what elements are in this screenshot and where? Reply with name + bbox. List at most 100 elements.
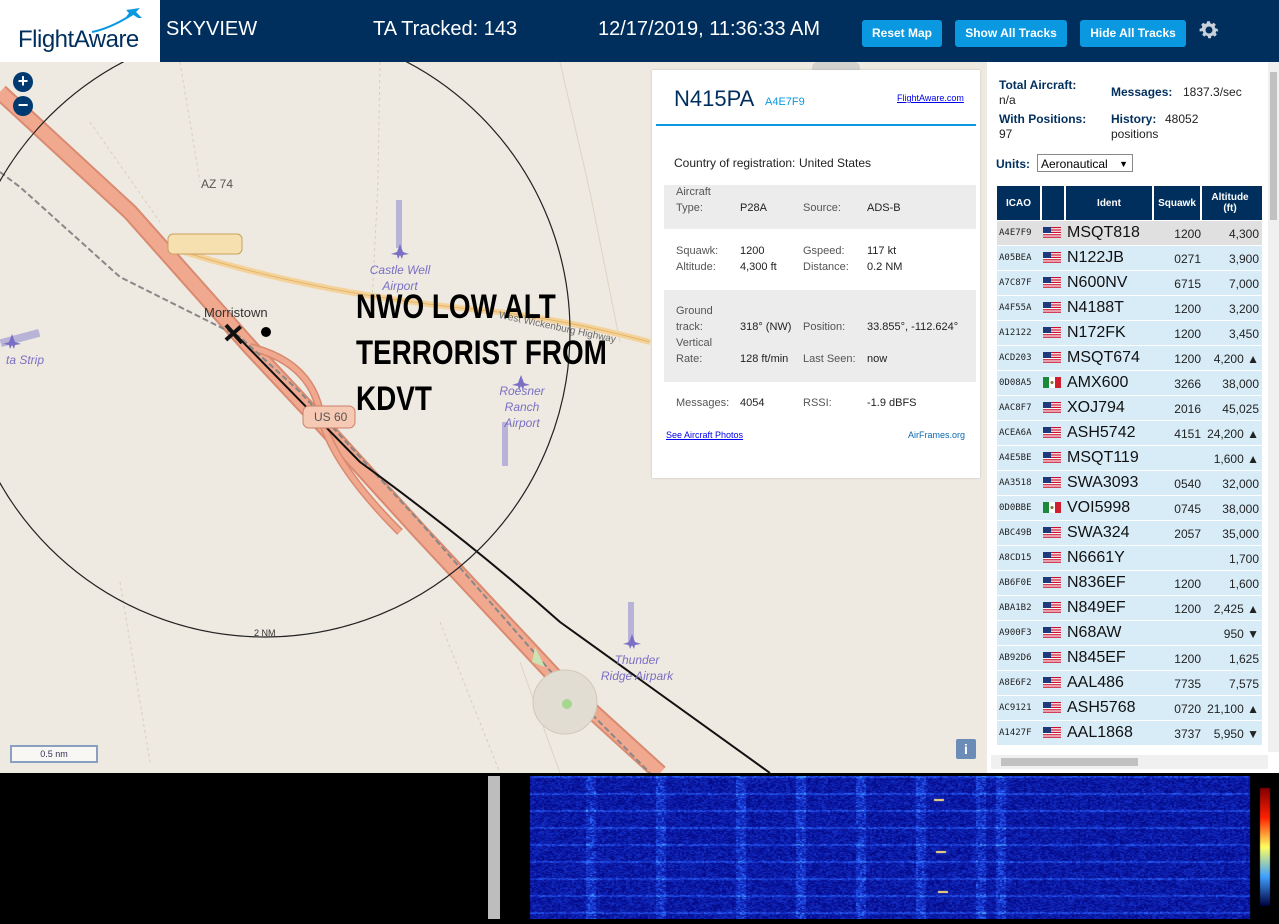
row-icao: 0D0BBE: [999, 503, 1032, 513]
messages-value: 4054: [740, 397, 765, 409]
row-ident: ASH5742: [1067, 424, 1136, 441]
range-ring-label: 2 NM: [254, 628, 276, 638]
overlay-line-2: TERRORIST FROM: [356, 334, 607, 372]
aircraft-table-body: A4E7F9 MSQT818 1200 4,300 A05BEA N122JB 0271 3,…: [997, 221, 1262, 746]
row-altitude: 1,600 ▲: [1213, 452, 1259, 466]
table-row[interactable]: AC9121 ASH5768 0720 21,100 ▲: [997, 696, 1262, 721]
aircraft-type-value: P28A: [740, 202, 767, 214]
us-flag-icon: [1043, 227, 1061, 238]
row-icao: A8E6F2: [999, 678, 1032, 688]
map-label-us60: US 60: [314, 410, 348, 424]
plane-logo-icon: [92, 8, 142, 33]
row-squawk: 2057: [1174, 527, 1201, 541]
source-label: Source:: [803, 202, 841, 214]
row-icao: ACEA6A: [999, 428, 1032, 438]
row-icao: 0D08A5: [999, 378, 1032, 388]
units-select[interactable]: Aeronautical ▼: [1037, 154, 1133, 172]
row-icao: A4E5BE: [999, 453, 1032, 463]
row-icao: ABA1B2: [999, 603, 1032, 613]
table-row[interactable]: A4E5BE MSQT119 1,600 ▲: [997, 446, 1262, 471]
zoom-out-button[interactable]: −: [13, 96, 33, 116]
row-ident: N849EF: [1067, 599, 1126, 616]
country-value: United States: [799, 156, 872, 170]
row-icao: A1427F: [999, 728, 1032, 738]
table-row[interactable]: ABA1B2 N849EF 1200 2,425 ▲: [997, 596, 1262, 621]
row-altitude: 7,575: [1228, 677, 1259, 691]
vertical-scroll-thumb[interactable]: [1270, 72, 1277, 220]
with-positions-value: 97: [999, 127, 1013, 141]
table-row[interactable]: A1427F AAL1868 3737 5,950 ▼: [997, 721, 1262, 746]
scale-bar: 0.5 nm: [10, 745, 98, 763]
pane-divider[interactable]: [488, 776, 500, 919]
row-ident: MSQT119: [1067, 449, 1139, 466]
reset-map-button[interactable]: Reset Map: [862, 20, 942, 47]
hide-all-tracks-button[interactable]: Hide All Tracks: [1080, 20, 1186, 47]
selected-registration: N415PA: [674, 86, 755, 111]
us-flag-icon: [1043, 652, 1061, 663]
table-row[interactable]: AB92D6 N845EF 1200 1,625: [997, 646, 1262, 671]
total-aircraft-value: n/a: [999, 93, 1016, 107]
zoom-in-button[interactable]: +: [13, 72, 33, 92]
gear-icon[interactable]: [1197, 18, 1221, 42]
overlay-line-1: NWO LOW ALT: [356, 288, 556, 326]
row-altitude: 24,200 ▲: [1207, 427, 1259, 441]
aircraft-photos-link[interactable]: See Aircraft Photos: [666, 430, 743, 440]
us-flag-icon: [1043, 677, 1061, 688]
info-icon[interactable]: i: [956, 739, 976, 759]
us-flag-icon: [1043, 602, 1061, 613]
table-row[interactable]: AAC8F7 XOJ794 2016 45,025: [997, 396, 1262, 421]
row-ident: MSQT818: [1067, 224, 1140, 241]
top-bar: FlightAware SKYVIEW TA Tracked: 143 12/1…: [0, 0, 1279, 62]
table-row[interactable]: A12122 N172FK 1200 3,450: [997, 321, 1262, 346]
vrate-value: 128 ft/min: [740, 353, 789, 365]
vrate-label-1: Vertical: [676, 337, 713, 349]
table-row[interactable]: ACD203 MSQT674 1200 4,200 ▲: [997, 346, 1262, 371]
us-flag-icon: [1043, 302, 1061, 313]
table-row[interactable]: A4F55A N4188T 1200 3,200: [997, 296, 1262, 321]
row-icao: ACD203: [999, 353, 1032, 363]
table-row[interactable]: ACEA6A ASH5742 4151 24,200 ▲: [997, 421, 1262, 446]
row-squawk: 1200: [1174, 227, 1201, 241]
airframes-link[interactable]: AirFrames.org: [908, 430, 965, 440]
row-ident: N845EF: [1067, 649, 1126, 666]
us-flag-icon: [1043, 627, 1061, 638]
lastseen-value: now: [867, 353, 888, 365]
table-row[interactable]: A900F3 N68AW 950 ▼: [997, 621, 1262, 646]
row-altitude: 3,200: [1228, 302, 1259, 316]
row-ident: AAL486: [1067, 674, 1124, 691]
table-row[interactable]: ABC49B SWA324 2057 35,000: [997, 521, 1262, 546]
row-ident: N600NV: [1067, 274, 1128, 291]
track-value: 318° (NW): [740, 321, 792, 333]
table-row[interactable]: 0D0BBE VOI5998 0745 38,000: [997, 496, 1262, 521]
col-icao[interactable]: ICAO: [997, 186, 1040, 220]
history-value: 48052 positions: [1111, 112, 1199, 141]
row-squawk: 3737: [1174, 727, 1201, 741]
row-altitude: 950 ▼: [1223, 627, 1259, 641]
col-ident[interactable]: Ident: [1066, 186, 1152, 220]
horizontal-scroll-thumb[interactable]: [1001, 758, 1138, 766]
distance-value: 0.2 NM: [867, 261, 903, 273]
table-row[interactable]: A05BEA N122JB 0271 3,900: [997, 246, 1262, 271]
row-icao: A4E7F9: [999, 228, 1032, 238]
table-row[interactable]: A7C87F N600NV 6715 7,000: [997, 271, 1262, 296]
col-squawk[interactable]: Squawk: [1154, 186, 1200, 220]
row-altitude: 3,900: [1228, 252, 1259, 266]
row-altitude: 1,625: [1228, 652, 1259, 666]
table-row[interactable]: A8CD15 N6661Y 1,700: [997, 546, 1262, 571]
col-altitude[interactable]: Altitude (ft): [1204, 186, 1256, 220]
table-row[interactable]: A8E6F2 AAL486 7735 7,575: [997, 671, 1262, 696]
map-label-az74: AZ 74: [201, 177, 234, 191]
flightaware-link[interactable]: FlightAware.com: [897, 93, 964, 103]
row-squawk: 0540: [1174, 477, 1201, 491]
overlay-annotation: NWO LOW ALT TERRORIST FROM KDVT: [356, 284, 607, 422]
show-all-tracks-button[interactable]: Show All Tracks: [955, 20, 1067, 47]
table-row[interactable]: A4E7F9 MSQT818 1200 4,300: [997, 221, 1262, 246]
table-row[interactable]: 0D08A5 AMX600 3266 38,000: [997, 371, 1262, 396]
table-row[interactable]: AA3518 SWA3093 0540 32,000: [997, 471, 1262, 496]
table-row[interactable]: AB6F0E N836EF 1200 1,600: [997, 571, 1262, 596]
flightaware-logo[interactable]: FlightAware: [0, 0, 160, 62]
us-flag-icon: [1043, 727, 1061, 738]
row-ident: N122JB: [1067, 249, 1124, 266]
messages-label: Messages:: [676, 397, 730, 409]
source-value: ADS-B: [867, 202, 901, 214]
